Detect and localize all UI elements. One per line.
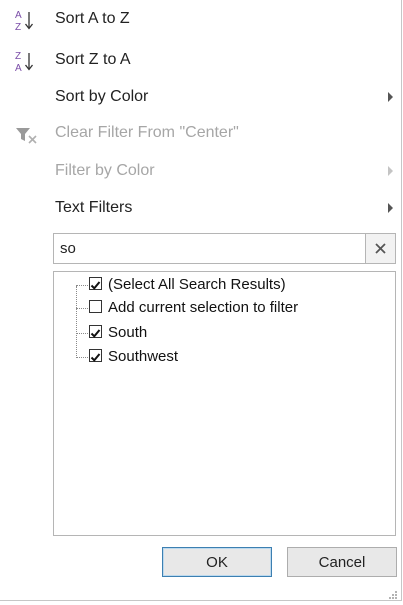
sort-az-icon: A Z bbox=[14, 8, 42, 33]
autofilter-dropdown: A Z Sort A to Z Z A Sort Z to A Sort by … bbox=[0, 0, 402, 601]
svg-text:Z: Z bbox=[15, 22, 21, 33]
checkmark-icon bbox=[90, 329, 101, 338]
menu-item-label: Text Filters bbox=[55, 199, 133, 216]
menu-item-label: Clear Filter From "Center" bbox=[55, 124, 239, 141]
close-icon bbox=[375, 243, 386, 254]
menu-item-sort-z-to-a[interactable]: Z A Sort Z to A bbox=[0, 42, 401, 78]
menu-item-sort-by-color[interactable]: Sort by Color bbox=[0, 79, 401, 115]
menu-item-label: Sort by Color bbox=[55, 88, 149, 105]
clear-filter-icon bbox=[14, 122, 42, 146]
svg-text:A: A bbox=[15, 10, 22, 21]
resize-grip-icon[interactable] bbox=[388, 587, 398, 599]
checkbox[interactable] bbox=[89, 300, 102, 313]
checkmark-icon bbox=[90, 281, 101, 290]
menu-item-filter-by-color: Filter by Color bbox=[0, 153, 401, 189]
clear-search-button[interactable] bbox=[365, 234, 395, 263]
menu-item-label: Sort Z to A bbox=[55, 51, 131, 68]
checkbox[interactable] bbox=[89, 277, 102, 290]
list-item-southwest[interactable]: Southwest bbox=[54, 346, 384, 368]
menu-item-clear-filter: Clear Filter From "Center" bbox=[0, 115, 401, 151]
checkbox[interactable] bbox=[89, 325, 102, 338]
checkmark-icon bbox=[90, 353, 101, 362]
svg-text:Z: Z bbox=[15, 51, 21, 62]
menu-item-sort-a-to-z[interactable]: A Z Sort A to Z bbox=[0, 1, 401, 37]
search-input[interactable] bbox=[54, 234, 370, 263]
sort-za-icon: Z A bbox=[14, 49, 42, 74]
submenu-arrow-icon bbox=[388, 166, 393, 176]
list-item-label: (Select All Search Results) bbox=[108, 276, 286, 293]
svg-text:A: A bbox=[15, 63, 22, 74]
search-box bbox=[53, 233, 396, 264]
menu-item-label: Sort A to Z bbox=[55, 10, 130, 27]
submenu-arrow-icon bbox=[388, 92, 393, 102]
list-item-label: Southwest bbox=[108, 348, 179, 365]
ok-button[interactable]: OK bbox=[162, 547, 272, 577]
list-item-select-all[interactable]: (Select All Search Results) bbox=[54, 274, 384, 296]
menu-item-label: Filter by Color bbox=[55, 162, 155, 179]
submenu-arrow-icon bbox=[388, 203, 393, 213]
list-item-label: Add current selection to filter bbox=[108, 299, 299, 316]
list-item-south[interactable]: South bbox=[54, 322, 384, 344]
menu-item-text-filters[interactable]: Text Filters bbox=[0, 190, 401, 226]
list-item-label: South bbox=[108, 324, 148, 341]
list-item-add-current-selection[interactable]: Add current selection to filter bbox=[54, 297, 384, 319]
checkbox[interactable] bbox=[89, 349, 102, 362]
cancel-button[interactable]: Cancel bbox=[287, 547, 397, 577]
filter-values-list[interactable]: (Select All Search Results) Add current … bbox=[53, 271, 396, 536]
